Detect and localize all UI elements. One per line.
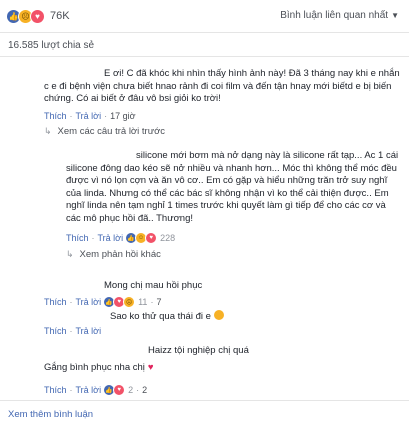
reply-link[interactable]: Trả lời [76,111,102,121]
comment-reactions[interactable]: 👍 ♥ 2 [103,384,133,396]
heart-icon: ♥ [147,362,154,373]
comment-text: E ơi! C đã khóc khi nhìn thấy hình ảnh n… [44,68,400,104]
comment-reactions[interactable]: 👍 ♥ ☹ 11 [103,296,147,308]
comment-text-content: Sao ko thử qua thái đi e [110,311,211,322]
view-previous-replies[interactable]: ↳ Xem các câu trả lời trước [44,126,165,137]
share-count[interactable]: 16.585 lượt chia sẻ [8,40,94,51]
reply-link[interactable]: Trả lời [76,326,102,336]
reply-arrow-icon: ↳ [44,126,52,136]
love-reaction-icon: ♥ [113,384,126,396]
comment-text: silicone mới bơm mà nở dạng này là silic… [66,150,399,224]
reaction-icons[interactable]: 👍 ☹ ♥ [6,8,45,24]
separator: · [69,385,73,395]
comment-actions: Thích · Trả lời 👍 ♥ 2 · 2 [44,384,147,396]
comment-actions: Thích · Trả lời [44,326,101,336]
reaction-count: 228 [160,233,176,243]
reply-link[interactable]: Trả lời [76,385,102,395]
emoji-icon [213,310,224,320]
avatar[interactable] [42,150,62,170]
view-more-comments-link[interactable]: Xem thêm bình luận [8,409,93,420]
separator: · [69,111,73,121]
comment-text: Mong chị mau hồi phục [104,280,203,291]
sort-label: Bình luận liên quan nhất [280,10,389,21]
like-link[interactable]: Thích [44,111,67,121]
comment-text: Haizz tội nghiệp chị quá [148,345,249,356]
replies-label: Xem phản hồi khác [79,249,161,260]
like-link[interactable]: Thích [44,385,67,395]
separator: · [91,233,95,243]
separator: · [69,297,73,307]
comment-time[interactable]: 2 [142,385,147,395]
comment-text: Sao ko thử qua thái đi e [110,310,400,324]
comment-time[interactable]: 17 giờ [110,111,135,121]
love-reaction-icon: ♥ [145,232,158,244]
replies-label: Xem các câu trả lời trước [57,126,166,137]
separator: · [104,111,108,121]
comment-actions: Thích · Trả lời 👍 ☺ ♥ 228 [66,232,175,244]
separator: · [69,326,73,336]
like-link[interactable]: Thích [44,326,67,336]
reaction-count: 11 [138,297,148,307]
comment-sort-dropdown[interactable]: Bình luận liên quan nhất ▼ [280,10,399,21]
comment-text-content: Gắng bình phục nha chị [44,362,145,373]
divider [0,400,409,401]
comment-reactions[interactable]: 👍 ☺ ♥ 228 [125,232,175,244]
sad-reaction-icon: ☹ [123,296,136,308]
reaction-count[interactable]: 76K [50,10,70,22]
like-link[interactable]: Thích [66,233,89,243]
separator: · [136,385,140,395]
reply-link[interactable]: Trả lời [76,297,102,307]
divider [0,32,409,33]
love-reaction-icon: ♥ [30,8,45,24]
comment-actions: Thích · Trả lời · 17 giờ [44,111,136,121]
reaction-count: 2 [128,385,134,395]
divider [0,56,409,57]
chevron-down-icon: ▼ [391,11,399,20]
comment-text: Gắng bình phục nha chị ♥ [44,362,394,375]
reply-link[interactable]: Trả lời [98,233,124,243]
separator: · [150,297,154,307]
reply-arrow-icon: ↳ [66,249,74,259]
comment-time[interactable]: 7 [156,297,161,307]
view-more-replies[interactable]: ↳ Xem phản hồi khác [66,249,161,260]
